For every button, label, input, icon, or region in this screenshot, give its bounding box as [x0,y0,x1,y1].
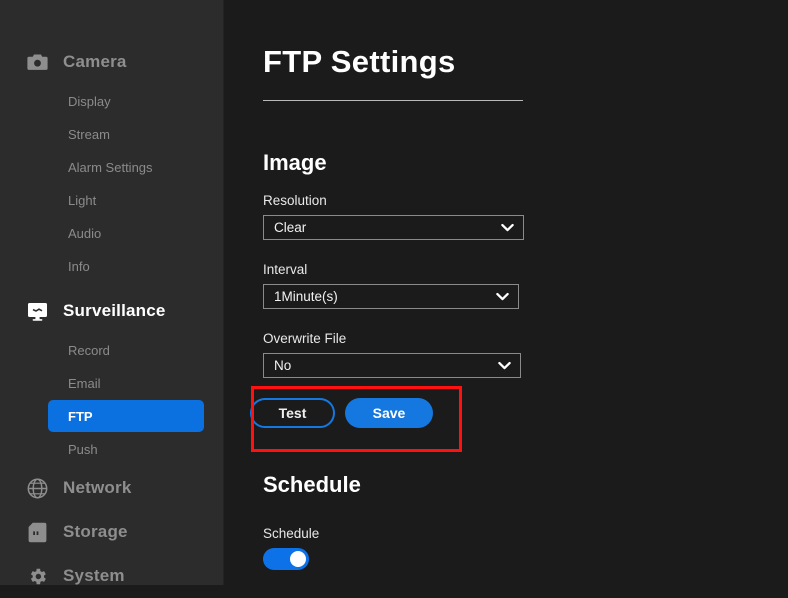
schedule-toggle[interactable] [263,548,309,570]
test-button[interactable]: Test [250,398,335,428]
overwrite-file-select-value: No [274,358,292,373]
field-resolution-label: Resolution [263,193,327,208]
field-interval-label: Interval [263,262,308,277]
sidebar-item-network-label: Network [63,478,132,497]
field-interval: Interval 1Minute(s) [263,262,519,309]
field-overwrite-file: Overwrite File No [263,331,521,378]
title-divider [263,100,523,101]
sidebar-group-surveillance: Surveillance Record Email FTP Push [0,289,223,465]
section-image: Image [263,150,327,176]
sidebar-item-audio[interactable]: Audio [48,217,204,249]
interval-select-value: 1Minute(s) [274,289,338,304]
sidebar-item-alarm-settings[interactable]: Alarm Settings [48,151,204,183]
sidebar-item-camera-label: Camera [63,52,127,71]
sidebar-item-record[interactable]: Record [48,334,204,366]
save-button[interactable]: Save [345,398,433,428]
sidebar: Camera Display Stream Alarm Settings Lig… [0,0,224,585]
chevron-down-icon [501,223,514,232]
sidebar-item-audio-label: Audio [68,225,102,241]
chevron-down-icon [498,361,511,370]
schedule-toggle-knob [290,551,306,567]
sidebar-item-display[interactable]: Display [48,85,204,117]
section-schedule-title: Schedule [263,472,361,497]
sidebar-item-system-label: System [63,566,125,585]
sidebar-item-light[interactable]: Light [48,184,204,216]
sidebar-group-camera: Camera Display Stream Alarm Settings Lig… [0,40,223,282]
overwrite-file-select[interactable]: No [263,353,521,378]
sidebar-item-storage[interactable]: Storage [0,510,223,554]
sidebar-item-ftp[interactable]: FTP [48,400,204,432]
sidebar-item-info[interactable]: Info [48,250,204,282]
field-resolution: Resolution Clear [263,193,524,240]
sidebar-item-display-label: Display [68,93,111,109]
camera-icon [26,51,48,73]
sidebar-item-network[interactable]: Network [0,466,223,510]
app-root: Camera Display Stream Alarm Settings Lig… [0,0,788,585]
page-title: FTP Settings [263,44,456,79]
chevron-down-icon [496,292,509,301]
resolution-select[interactable]: Clear [263,215,524,240]
sidebar-item-email-label: Email [68,375,101,391]
sidebar-item-stream[interactable]: Stream [48,118,204,150]
sidebar-item-surveillance[interactable]: Surveillance [0,289,223,333]
sidebar-item-storage-label: Storage [63,522,128,541]
sidebar-item-light-label: Light [68,192,97,208]
sidebar-item-camera[interactable]: Camera [0,40,223,84]
sidebar-item-info-label: Info [68,258,90,274]
monitor-icon [26,300,48,322]
sidebar-item-alarm-settings-label: Alarm Settings [68,159,153,175]
interval-select[interactable]: 1Minute(s) [263,284,519,309]
sidebar-item-push[interactable]: Push [48,433,204,465]
sidebar-item-surveillance-label: Surveillance [63,301,166,320]
sidebar-item-record-label: Record [68,342,110,358]
globe-icon [26,477,48,499]
sidebar-item-ftp-label: FTP [68,408,93,424]
sidebar-item-email[interactable]: Email [48,367,204,399]
sidebar-item-system[interactable]: System [0,554,223,598]
field-schedule-label: Schedule [263,526,320,541]
image-action-buttons: Test Save [250,398,433,428]
gear-icon [26,565,48,587]
section-image-title: Image [263,150,327,175]
sidebar-item-push-label: Push [68,441,98,457]
resolution-select-value: Clear [274,220,307,235]
sdcard-icon [26,521,48,543]
section-schedule: Schedule [263,472,361,498]
field-overwrite-file-label: Overwrite File [263,331,347,346]
field-schedule: Schedule [263,526,319,570]
sidebar-item-stream-label: Stream [68,126,110,142]
main-content: FTP Settings Image Resolution Clear Inte… [224,0,788,585]
